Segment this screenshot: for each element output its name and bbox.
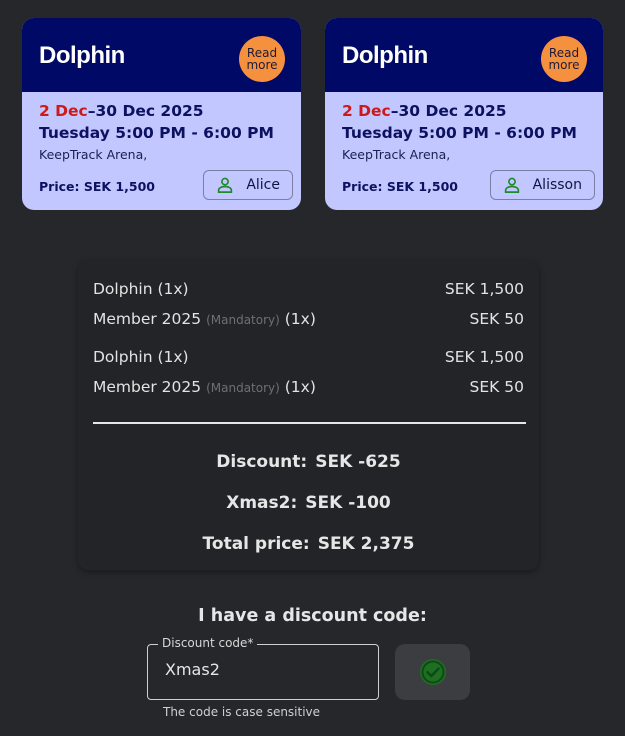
date-start: 2 Dec [39,102,88,120]
discount-code-field[interactable]: Discount code* [147,636,379,700]
summary-line-amount: SEK 1,500 [444,280,524,298]
ticket-card-body: 2 Dec–30 Dec 2025 Tuesday 5:00 PM - 6:00… [22,92,301,210]
summary-line-amount: SEK 50 [469,378,524,396]
event-time: Tuesday 5:00 PM - 6:00 PM [39,124,274,142]
ticket-card-body: 2 Dec–30 Dec 2025 Tuesday 5:00 PM - 6:00… [325,92,603,210]
discount-code-input[interactable] [163,659,367,680]
discount-code-label: Discount code* [158,636,258,650]
attendee-button[interactable]: Alisson [489,170,595,200]
item-name: Dolphin [93,280,153,298]
event-title: Dolphin [342,42,428,69]
summary-line-amount: SEK 50 [469,310,524,328]
code-label: Xmas2: [226,493,298,513]
item-name: Member 2025 [93,310,202,328]
discount-label: Discount: [216,452,308,472]
discount-heading: I have a discount code: [198,606,427,626]
event-title: Dolphin [39,42,125,69]
person-icon [218,177,233,193]
attendee-name: Alice [246,177,280,193]
summary-line: Dolphin (1x) SEK 1,500 [93,280,524,298]
ticket-card-header: Dolphin Read more [22,18,301,92]
summary-line-amount: SEK 1,500 [444,348,524,366]
item-name: Dolphin [93,348,153,366]
code-value: SEK -100 [305,493,391,513]
attendee-button[interactable]: Alice [203,170,293,200]
item-name: Member 2025 [93,378,202,396]
summary-divider [93,422,526,424]
mandatory-tag: (Mandatory) [206,381,280,395]
ticket-card-header: Dolphin Read more [325,18,603,92]
date-start: 2 Dec [342,102,391,120]
apply-discount-button[interactable] [395,644,470,700]
order-summary: Dolphin (1x) SEK 1,500 Member 2025 (Mand… [78,260,539,570]
ticket-price: Price: SEK 1,500 [342,179,458,194]
item-qty: (1x) [284,378,316,396]
date-rest: –30 Dec 2025 [390,102,507,120]
event-dates: 2 Dec–30 Dec 2025 [342,102,507,120]
event-dates: 2 Dec–30 Dec 2025 [39,102,204,120]
date-rest: –30 Dec 2025 [87,102,204,120]
person-icon [504,177,519,193]
event-time: Tuesday 5:00 PM - 6:00 PM [342,124,577,142]
discount-value: SEK -625 [315,452,401,472]
check-circle-icon [419,659,446,685]
mandatory-tag: (Mandatory) [206,313,280,327]
event-venue: KeepTrack Arena, [39,147,148,162]
read-more-button[interactable]: Read more [541,36,587,82]
ticket-card: Dolphin Read more 2 Dec–30 Dec 2025 Tuesd… [22,18,301,210]
event-venue: KeepTrack Arena, [342,147,451,162]
read-more-button[interactable]: Read more [239,36,285,82]
item-qty: (1x) [284,310,316,328]
code-discount-total: Xmas2: SEK -100 [78,493,539,513]
ticket-card: Dolphin Read more 2 Dec–30 Dec 2025 Tuesd… [325,18,603,210]
summary-line: Member 2025 (Mandatory) (1x) SEK 50 [93,378,524,396]
summary-line: Member 2025 (Mandatory) (1x) SEK 50 [93,310,524,328]
ticket-price: Price: SEK 1,500 [39,179,155,194]
summary-line-label: Member 2025 (Mandatory) (1x) [93,310,316,328]
item-qty: (1x) [157,280,189,298]
discount-total: Discount: SEK -625 [78,452,539,472]
summary-line-label: Member 2025 (Mandatory) (1x) [93,378,316,396]
summary-line: Dolphin (1x) SEK 1,500 [93,348,524,366]
total-price: Total price: SEK 2,375 [78,534,539,554]
total-value: SEK 2,375 [317,534,415,554]
summary-line-label: Dolphin (1x) [93,348,189,366]
summary-line-label: Dolphin (1x) [93,280,189,298]
total-label: Total price: [202,534,310,554]
item-qty: (1x) [157,348,189,366]
discount-helper-text: The code is case sensitive [163,705,321,719]
attendee-name: Alisson [532,177,582,193]
